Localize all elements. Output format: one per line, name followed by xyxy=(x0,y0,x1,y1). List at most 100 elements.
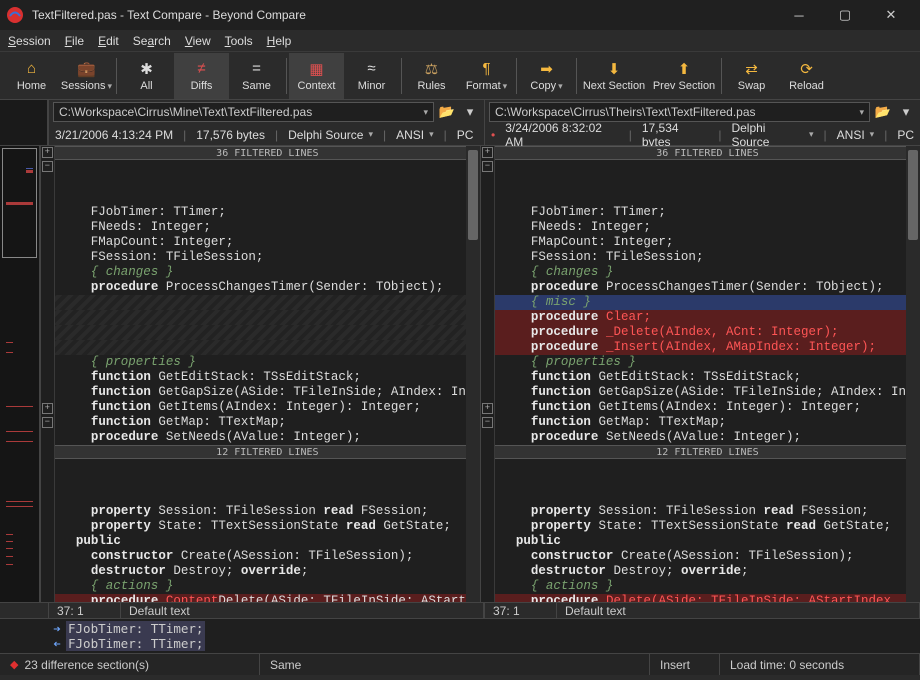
load-time: Load time: 0 seconds xyxy=(720,654,920,675)
code-line[interactable]: { misc } xyxy=(495,295,906,310)
code-line[interactable]: { properties } xyxy=(55,355,466,370)
code-line[interactable]: destructor Destroy; override; xyxy=(55,564,466,579)
code-line[interactable]: function GetMap: TTextMap; xyxy=(495,415,906,430)
left-cursor-pos: 37: 1 xyxy=(49,603,121,618)
code-line[interactable]: property State: TTextSessionState read G… xyxy=(495,519,906,534)
right-open-button[interactable]: 📂 xyxy=(873,102,893,122)
code-line[interactable]: FMapCount: Integer; xyxy=(495,235,906,250)
menu-session[interactable]: Session xyxy=(8,34,51,48)
left-browse-button[interactable]: ▾ xyxy=(460,102,480,122)
right-encoding-dropdown[interactable]: ANSI▾ xyxy=(837,128,875,142)
menu-tools[interactable]: Tools xyxy=(225,34,253,48)
left-encoding-dropdown[interactable]: ANSI▾ xyxy=(396,128,434,142)
right-cursor-pos: 37: 1 xyxy=(485,603,557,618)
left-path-input[interactable]: C:\Workspace\Cirrus\Mine\Text\TextFilter… xyxy=(53,102,434,122)
menu-view[interactable]: View xyxy=(185,34,211,48)
code-line[interactable]: FSession: TFileSession; xyxy=(495,250,906,265)
code-line[interactable]: { actions } xyxy=(495,579,906,594)
code-line[interactable]: FNeeds: Integer; xyxy=(55,220,466,235)
code-line[interactable]: procedure Clear; xyxy=(495,310,906,325)
code-line[interactable]: procedure Delete(ASide: TFileInSide; ASt… xyxy=(495,594,906,602)
code-line[interactable]: procedure ProcessChangesTimer(Sender: TO… xyxy=(495,280,906,295)
infobar: 3/21/2006 4:13:24 PM| 17,576 bytes| Delp… xyxy=(0,124,920,146)
code-line[interactable]: FSession: TFileSession; xyxy=(55,250,466,265)
code-line[interactable]: constructor Create(ASession: TFileSessio… xyxy=(495,549,906,564)
menu-search[interactable]: Search xyxy=(133,34,171,48)
code-line[interactable]: function GetEditStack: TSsEditStack; xyxy=(495,370,906,385)
code-line[interactable]: function GetItems(AIndex: Integer): Inte… xyxy=(495,400,906,415)
code-line[interactable]: { changes } xyxy=(495,265,906,280)
code-line[interactable]: procedure SetNeeds(AValue: Integer); xyxy=(55,430,466,445)
right-vscrollbar[interactable] xyxy=(906,146,920,602)
maximize-button[interactable]: ▢ xyxy=(822,0,868,30)
code-line[interactable]: FMapCount: Integer; xyxy=(55,235,466,250)
code-line[interactable]: property State: TTextSessionState read G… xyxy=(55,519,466,534)
left-source-dropdown[interactable]: Delphi Source▾ xyxy=(288,128,373,142)
prev-section-button[interactable]: ⬆Prev Section xyxy=(649,53,719,99)
copy-button[interactable]: ➡Copy▾ xyxy=(519,53,574,99)
code-line[interactable]: { actions } xyxy=(55,579,466,594)
left-vscrollbar[interactable] xyxy=(466,146,480,602)
code-line[interactable]: FJobTimer: TTimer; xyxy=(55,205,466,220)
code-line[interactable]: function GetMap: TTextMap; xyxy=(55,415,466,430)
context-icon: ▦ xyxy=(309,60,323,78)
equal-icon: = xyxy=(252,60,261,78)
format-button[interactable]: ¶Format▾ xyxy=(459,53,514,99)
right-browse-button[interactable]: ▾ xyxy=(896,102,916,122)
code-line[interactable]: FJobTimer: TTimer; xyxy=(495,205,906,220)
code-line[interactable]: { properties } xyxy=(495,355,906,370)
code-line[interactable]: function GetGapSize(ASide: TFileInSide; … xyxy=(495,385,906,400)
menu-file[interactable]: File xyxy=(65,34,84,48)
insert-mode: Insert xyxy=(650,654,720,675)
code-line[interactable]: { changes } xyxy=(55,265,466,280)
rules-button[interactable]: ⚖Rules xyxy=(404,53,459,99)
code-line[interactable]: function GetGapSize(ASide: TFileInSide; … xyxy=(55,385,466,400)
next-section-button[interactable]: ⬇Next Section xyxy=(579,53,649,99)
code-line[interactable]: public xyxy=(55,534,466,549)
code-line[interactable]: procedure _Insert(AIndex, AMapIndex: Int… xyxy=(495,340,906,355)
code-line[interactable] xyxy=(55,295,466,310)
code-line[interactable]: procedure ProcessChangesTimer(Sender: TO… xyxy=(55,280,466,295)
statusbar: ◆23 difference section(s) Same Insert Lo… xyxy=(0,653,920,675)
right-code[interactable]: + − + − 36 FILTERED LINES ➔ FJobTimer: T… xyxy=(481,146,920,602)
code-line[interactable]: property Session: TFileSession read FSes… xyxy=(495,504,906,519)
diff-indicator-icon: ◆ xyxy=(10,658,18,671)
minimap[interactable] xyxy=(0,146,40,602)
menu-help[interactable]: Help xyxy=(267,34,292,48)
code-line[interactable]: destructor Destroy; override; xyxy=(495,564,906,579)
left-platform-dropdown[interactable]: PC xyxy=(457,128,474,142)
right-platform-dropdown[interactable]: PC xyxy=(897,128,914,142)
minimize-button[interactable]: ─ xyxy=(776,0,822,30)
sessions-button[interactable]: 💼Sessions▾ xyxy=(59,53,114,99)
code-line[interactable] xyxy=(55,325,466,340)
code-line[interactable]: FNeeds: Integer; xyxy=(495,220,906,235)
menu-edit[interactable]: Edit xyxy=(98,34,119,48)
all-button[interactable]: ✱All xyxy=(119,53,174,99)
same-button[interactable]: =Same xyxy=(229,53,284,99)
code-line[interactable]: function GetItems(AIndex: Integer): Inte… xyxy=(55,400,466,415)
context-button[interactable]: ▦Context xyxy=(289,53,344,99)
minor-button[interactable]: ≈Minor xyxy=(344,53,399,99)
left-code[interactable]: + − + − 36 FILTERED LINES ➔ FJobTimer: T… xyxy=(41,146,480,602)
code-line[interactable] xyxy=(55,310,466,325)
left-open-button[interactable]: 📂 xyxy=(437,102,457,122)
code-line[interactable]: function GetEditStack: TSsEditStack; xyxy=(55,370,466,385)
code-line[interactable]: public xyxy=(495,534,906,549)
close-button[interactable]: ✕ xyxy=(868,0,914,30)
code-line[interactable]: property Session: TFileSession read FSes… xyxy=(55,504,466,519)
code-line[interactable]: constructor Create(ASession: TFileSessio… xyxy=(55,549,466,564)
window-title: TextFiltered.pas - Text Compare - Beyond… xyxy=(32,8,306,22)
pane-statusline: 37: 1 Default text 37: 1 Default text xyxy=(0,602,920,619)
reload-button[interactable]: ⟳Reload xyxy=(779,53,834,99)
code-line[interactable]: procedure ContentDelete(ASide: TFileInSi… xyxy=(55,594,466,602)
swap-button[interactable]: ⇄Swap xyxy=(724,53,779,99)
code-line[interactable] xyxy=(55,340,466,355)
right-source-dropdown[interactable]: Delphi Source▾ xyxy=(731,121,813,149)
home-button[interactable]: ⌂Home xyxy=(4,53,59,99)
code-line[interactable]: procedure SetNeeds(AValue: Integer); xyxy=(495,430,906,445)
left-pane: + − + − 36 FILTERED LINES ➔ FJobTimer: T… xyxy=(40,146,480,602)
code-line[interactable]: procedure _Delete(AIndex, ACnt: Integer)… xyxy=(495,325,906,340)
merge-line: FJobTimer: TTimer; xyxy=(66,636,205,651)
diffs-button[interactable]: ≠Diffs xyxy=(174,53,229,99)
right-path-input[interactable]: C:\Workspace\Cirrus\Theirs\Text\TextFilt… xyxy=(489,102,870,122)
